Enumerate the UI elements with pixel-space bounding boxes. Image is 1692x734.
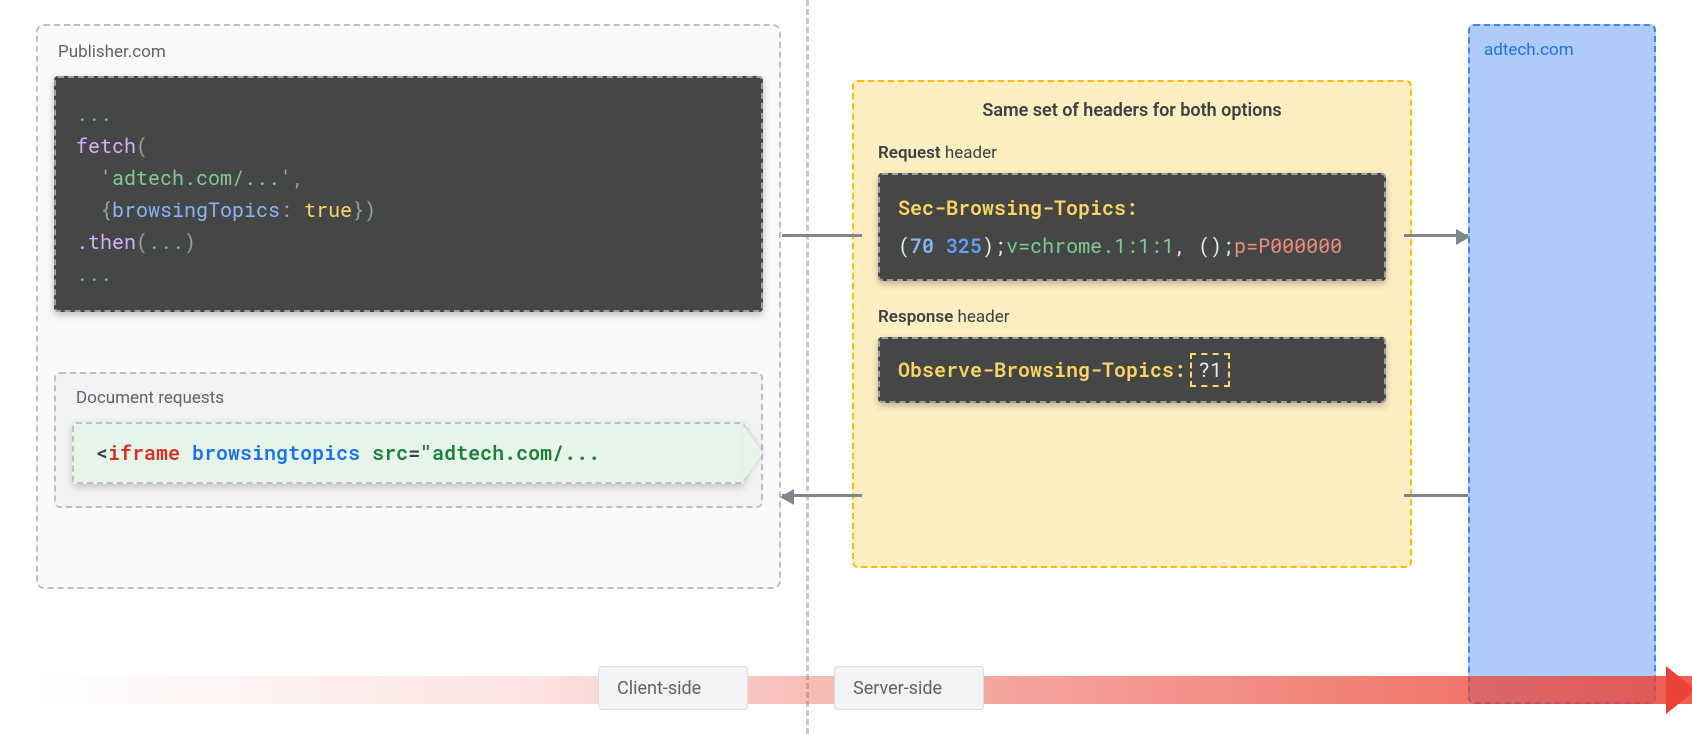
arrow-response-left <box>782 494 862 497</box>
client-server-divider <box>806 0 809 734</box>
document-requests-label: Document requests <box>72 388 745 408</box>
request-header-name: Sec-Browsing-Topics: <box>898 195 1138 221</box>
request-header-card: Sec-Browsing-Topics: (70 325);v=chrome.1… <box>878 173 1386 281</box>
iframe-tag-name: iframe <box>108 440 180 466</box>
iframe-attr-src: src <box>372 440 408 466</box>
request-header-bold: Request <box>878 143 941 163</box>
server-side-pill: Server-side <box>834 666 984 710</box>
response-header-card: Observe-Browsing-Topics:?1 <box>878 337 1386 403</box>
response-header-label: Response header <box>878 307 1386 327</box>
code-option-value: true <box>304 197 352 223</box>
code-ellipsis-end: ... <box>76 261 112 287</box>
code-then: .then <box>76 229 136 255</box>
arrow-request-right <box>1404 234 1468 237</box>
response-header-bold: Response <box>878 307 953 327</box>
arrow-request-left <box>782 234 862 237</box>
req-topic-1: 70 <box>910 233 934 259</box>
code-then-args: (...) <box>136 229 196 255</box>
code-url: 'adtech.com/...' <box>100 165 292 191</box>
req-padding-value: P000000 <box>1258 233 1342 259</box>
client-side-label: Client-side <box>617 678 701 699</box>
request-header-label: Request header <box>878 143 1386 163</box>
iframe-lt: < <box>96 440 108 466</box>
adtech-panel: adtech.com <box>1468 24 1656 704</box>
code-brace-open: { <box>100 197 112 223</box>
response-header-rest: header <box>953 307 1009 327</box>
iframe-eq: = <box>408 440 420 466</box>
code-ellipsis: ... <box>76 101 112 127</box>
req-paren-l: ( <box>898 233 910 259</box>
req-space <box>934 233 946 259</box>
req-topic-2: 325 <box>946 233 982 259</box>
fetch-code-block: ... fetch( 'adtech.com/...', {browsingTo… <box>54 76 763 312</box>
code-close: }) <box>352 197 376 223</box>
code-comma: , <box>292 165 304 191</box>
request-header-rest: header <box>941 143 997 163</box>
req-paren-r: ); <box>982 233 1006 259</box>
req-p-key: p= <box>1234 233 1258 259</box>
code-option-key: browsingTopics <box>112 197 280 223</box>
req-v-key: v= <box>1006 233 1030 259</box>
iframe-tag-chip: <iframe browsingtopics src="adtech.com/.… <box>72 422 745 484</box>
response-header-value: ?1 <box>1190 353 1230 387</box>
client-side-pill: Client-side <box>598 666 748 710</box>
adtech-label: adtech.com <box>1484 40 1640 60</box>
headers-panel: Same set of headers for both options Req… <box>852 80 1412 568</box>
req-empty-paren: (); <box>1198 233 1234 259</box>
document-requests-panel: Document requests <iframe browsingtopics… <box>54 372 763 508</box>
req-comma: , <box>1174 233 1198 259</box>
req-version-value: chrome.1:1:1 <box>1030 233 1174 259</box>
server-side-label: Server-side <box>853 678 942 699</box>
iframe-src-value: "adtech.com/... <box>420 440 600 466</box>
iframe-attr-browsingtopics: browsingtopics <box>192 440 360 466</box>
arrow-response-right <box>1404 494 1468 497</box>
code-fetch: fetch <box>76 133 136 159</box>
publisher-panel: Publisher.com ... fetch( 'adtech.com/...… <box>36 24 781 589</box>
code-colon: : <box>280 197 304 223</box>
headers-title: Same set of headers for both options <box>878 100 1386 121</box>
response-header-name: Observe-Browsing-Topics: <box>898 357 1186 383</box>
publisher-label: Publisher.com <box>54 42 763 62</box>
